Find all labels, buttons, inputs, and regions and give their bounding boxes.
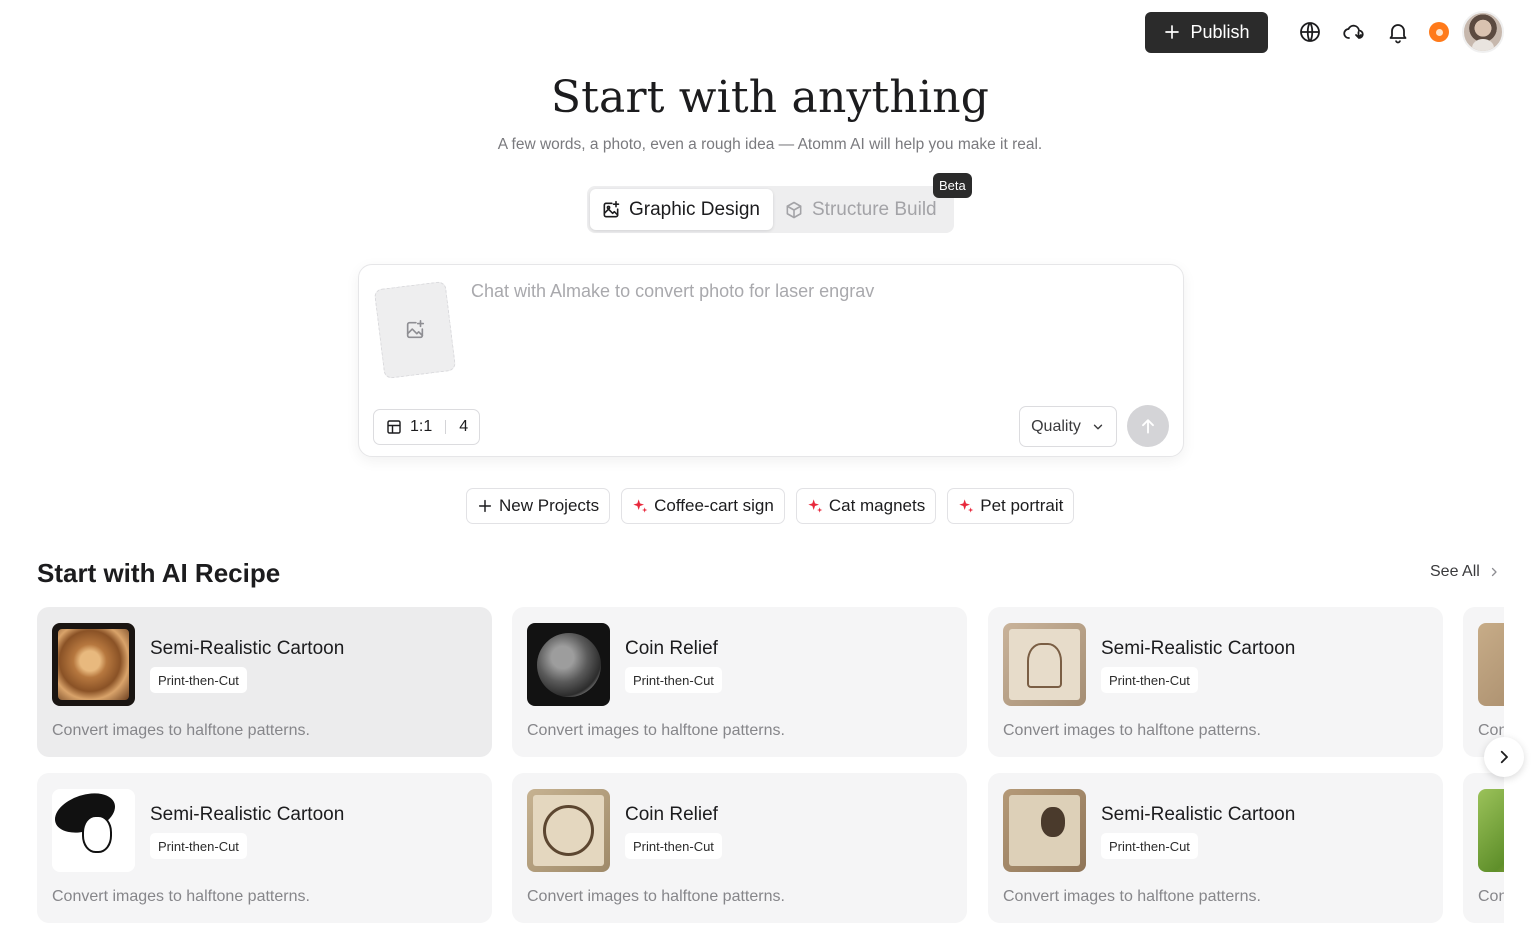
- recipe-title: Semi-Realistic Cartoon: [1101, 638, 1296, 659]
- aspect-ratio-value: 1:1: [410, 418, 433, 435]
- sparkle-icon: [959, 499, 974, 513]
- arrow-up-icon: [1142, 419, 1154, 434]
- sparkle-icon: [633, 499, 648, 513]
- aspect-ratio-selector[interactable]: 1:1 4: [373, 409, 481, 445]
- sparkle-icon: [808, 499, 823, 513]
- recipe-card[interactable]: Semi-Realistic Cartoon Print-then-Cut Co…: [37, 773, 492, 923]
- recipe-thumbnail: [1478, 789, 1504, 872]
- chevron-down-icon: [1093, 424, 1103, 429]
- recipe-card-partial[interactable]: Con: [1463, 607, 1504, 757]
- chip-cat-magnets[interactable]: Cat magnets: [795, 488, 937, 524]
- divider: [445, 420, 447, 434]
- recipe-description: Con: [1478, 888, 1504, 905]
- recipe-card[interactable]: Semi-Realistic Cartoon Print-then-Cut Co…: [988, 773, 1443, 923]
- cloud-sync-icon[interactable]: [1341, 19, 1367, 45]
- plus-icon: [478, 499, 492, 513]
- recipe-description: Convert images to halftone patterns.: [527, 888, 785, 905]
- chip-new-projects[interactable]: New Projects: [466, 488, 611, 524]
- recipe-thumbnail: [1003, 623, 1086, 706]
- plus-icon: [1165, 25, 1180, 39]
- top-bar: Publish: [1145, 11, 1504, 53]
- image-count-value: 4: [459, 418, 469, 435]
- carousel-next-button[interactable]: [1484, 737, 1524, 777]
- see-all-link[interactable]: See All: [1430, 563, 1500, 581]
- quality-label: Quality: [1031, 417, 1081, 435]
- recipe-tag: Print-then-Cut: [625, 833, 722, 859]
- recipe-carousel: Semi-Realistic Cartoon Print-then-Cut Co…: [37, 607, 1504, 923]
- tab-structure-build[interactable]: Structure Build: [773, 189, 948, 230]
- upload-image-button[interactable]: [373, 280, 457, 380]
- status-dot-icon[interactable]: [1429, 22, 1449, 42]
- recipe-title: Coin Relief: [625, 804, 718, 825]
- publish-button[interactable]: Publish: [1145, 11, 1268, 53]
- recipe-card[interactable]: Semi-Realistic Cartoon Print-then-Cut Co…: [37, 607, 492, 757]
- recipe-tag: Print-then-Cut: [1101, 833, 1198, 859]
- tab-graphic-design[interactable]: Graphic Design: [590, 189, 773, 230]
- beta-badge: Beta: [933, 173, 972, 198]
- recipe-tag: Print-then-Cut: [150, 667, 247, 693]
- quality-select[interactable]: Quality: [1019, 406, 1117, 447]
- chip-label: Pet portrait: [980, 496, 1064, 515]
- recipe-thumbnail: [1003, 789, 1086, 872]
- recipe-card[interactable]: Coin Relief Print-then-Cut Convert image…: [512, 773, 967, 923]
- page-title: Start with anything: [550, 72, 990, 123]
- recipe-tag: Print-then-Cut: [1101, 667, 1198, 693]
- chip-label: New Projects: [499, 496, 600, 515]
- page-subtitle: A few words, a photo, even a rough idea …: [497, 136, 1043, 153]
- prompt-input[interactable]: [471, 281, 1161, 302]
- recipe-tag: Print-then-Cut: [625, 667, 722, 693]
- recipe-description: Convert images to halftone patterns.: [52, 888, 310, 905]
- publish-label: Publish: [1190, 21, 1250, 42]
- chip-pet-portrait[interactable]: Pet portrait: [947, 488, 1075, 524]
- recipe-title: Semi-Realistic Cartoon: [150, 804, 345, 825]
- tab-graphic-design-label: Graphic Design: [629, 198, 760, 220]
- recipe-card[interactable]: Semi-Realistic Cartoon Print-then-Cut Co…: [988, 607, 1443, 757]
- mode-toggle: Graphic Design Structure Build: [587, 186, 954, 233]
- recipe-title: Coin Relief: [625, 638, 718, 659]
- recipe-description: Convert images to halftone patterns.: [1003, 722, 1261, 739]
- globe-icon[interactable]: [1297, 19, 1323, 45]
- chip-label: Coffee-cart sign: [654, 496, 774, 515]
- recipe-thumbnail: [52, 623, 135, 706]
- recipe-thumbnail: [52, 789, 135, 872]
- chevron-right-icon: [1500, 750, 1508, 764]
- recipe-description: Convert images to halftone patterns.: [1003, 888, 1261, 905]
- recipe-tag: Print-then-Cut: [150, 833, 247, 859]
- recipe-thumbnail: [527, 623, 610, 706]
- recipe-description: Convert images to halftone patterns.: [527, 722, 785, 739]
- see-all-label: See All: [1430, 563, 1480, 580]
- recipe-card-partial[interactable]: Con: [1463, 773, 1504, 923]
- recipe-title: Semi-Realistic Cartoon: [1101, 804, 1296, 825]
- recipe-thumbnail: [527, 789, 610, 872]
- layout-icon: [387, 420, 401, 434]
- cube-sparkle-icon: [786, 201, 802, 218]
- image-sparkle-icon: [603, 200, 620, 217]
- chevron-right-icon: [1491, 567, 1497, 577]
- chip-coffee-cart-sign[interactable]: Coffee-cart sign: [621, 488, 785, 524]
- recipe-thumbnail: [1478, 623, 1504, 706]
- suggestion-chips: New Projects Coffee-cart sign Cat magnet…: [466, 488, 1075, 524]
- add-image-icon: [406, 320, 425, 339]
- prompt-box: 1:1 4 Quality: [358, 264, 1184, 457]
- recipe-title: Semi-Realistic Cartoon: [150, 638, 345, 659]
- chip-label: Cat magnets: [828, 496, 926, 515]
- send-button[interactable]: [1127, 405, 1169, 447]
- bell-icon[interactable]: [1385, 19, 1411, 45]
- section-title-ai-recipe: Start with AI Recipe: [37, 558, 281, 588]
- recipe-card[interactable]: Coin Relief Print-then-Cut Convert image…: [512, 607, 967, 757]
- avatar[interactable]: [1462, 11, 1504, 53]
- tab-structure-build-label: Structure Build: [812, 198, 937, 220]
- recipe-description: Convert images to halftone patterns.: [52, 722, 310, 739]
